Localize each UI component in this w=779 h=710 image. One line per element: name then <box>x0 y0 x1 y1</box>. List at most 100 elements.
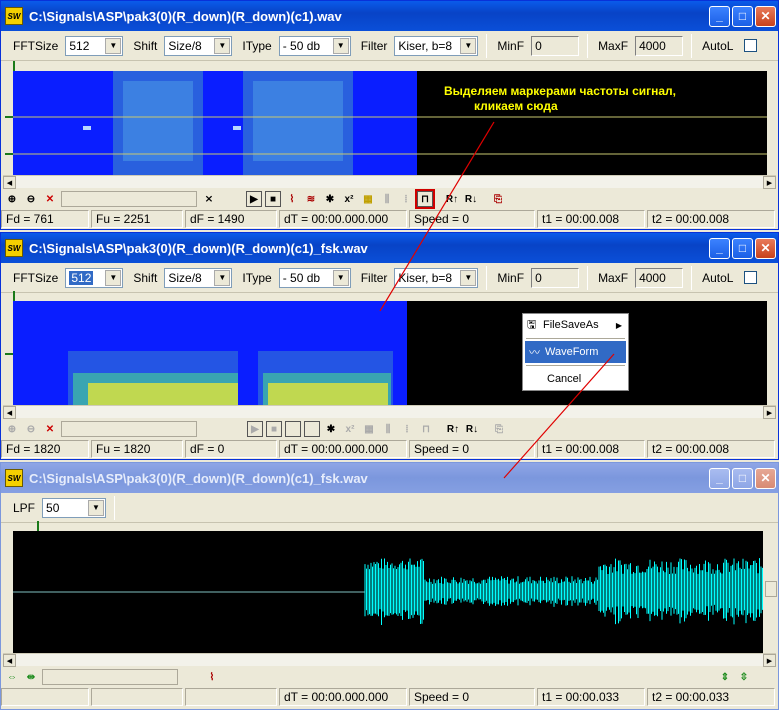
expand-vertical-icon[interactable]: ⇕ <box>717 669 733 685</box>
minf-field[interactable]: 0 <box>531 267 580 288</box>
minimize-button[interactable]: _ <box>709 467 730 489</box>
spectrum-icon[interactable]: ⌇ <box>204 669 220 685</box>
r-up-icon[interactable]: R↑ <box>444 191 460 207</box>
maxf-field[interactable]: 4000 <box>635 267 684 288</box>
scroll-left-icon[interactable]: ◀ <box>3 406 16 419</box>
close-button[interactable]: ✕ <box>755 467 776 489</box>
marker-icon[interactable]: ✱ <box>323 421 339 437</box>
maximize-button[interactable]: □ <box>732 467 753 489</box>
time-marker[interactable] <box>13 291 15 301</box>
vertical-scroll-thumb[interactable] <box>765 581 777 597</box>
expand-horizontal-icon[interactable]: ⇔ <box>4 669 20 685</box>
shrink-horizontal-icon[interactable]: ⇹ <box>23 669 39 685</box>
scroll-left-icon[interactable]: ◀ <box>3 176 16 189</box>
menu-divider <box>526 365 625 366</box>
filter-select[interactable]: Kiser, b=8 ▼ <box>394 267 479 288</box>
zoom-in-icon[interactable]: ⊕ <box>4 191 20 207</box>
r-down-icon[interactable]: R↓ <box>463 191 479 207</box>
comb-icon[interactable]: ⦙ <box>399 421 415 437</box>
zoom-in-icon[interactable]: ⊕ <box>4 421 20 437</box>
play-icon[interactable]: ▶ <box>247 421 263 437</box>
horizontal-scrollbar[interactable]: ◀ ▶ <box>3 653 776 667</box>
export-icon[interactable]: ⎘ <box>490 191 506 207</box>
title-bar[interactable]: SW C:\Signals\ASP\pak3(0)(R_down)(R_down… <box>1 233 778 263</box>
zoom-out-icon[interactable]: ⊖ <box>23 191 39 207</box>
r-down-icon[interactable]: R↓ <box>464 421 480 437</box>
horizontal-scrollbar[interactable]: ◀ ▶ <box>3 405 776 419</box>
scroll-right-icon[interactable]: ▶ <box>763 654 776 667</box>
close-button[interactable]: ✕ <box>755 237 776 259</box>
spectrum-avg-icon[interactable]: ≋ <box>303 191 319 207</box>
stop-icon[interactable]: ■ <box>265 191 281 207</box>
fftsize-label: FFTSize <box>13 270 59 285</box>
itype-select[interactable]: - 50 db ▼ <box>278 35 351 56</box>
waveform-filter-icon[interactable]: ⊓ <box>415 189 435 209</box>
fftsize-select[interactable]: 512 ▼ <box>65 35 124 56</box>
time-marker[interactable] <box>13 61 15 71</box>
waveform-plot[interactable] <box>13 531 763 653</box>
status-fu: Fu = 2251 <box>91 210 183 228</box>
spectrum-icon[interactable]: ⌇ <box>284 191 300 207</box>
menu-item-waveform[interactable]: 〰 WaveForm <box>525 341 626 363</box>
marker-icon[interactable]: ✱ <box>322 191 338 207</box>
bars-icon[interactable]: ⫼ <box>379 191 395 207</box>
minf-field[interactable]: 0 <box>531 35 580 56</box>
spectrogram-plot[interactable] <box>13 301 767 405</box>
status-fd: Fd = 761 <box>1 210 89 228</box>
scroll-left-icon[interactable]: ◀ <box>3 654 16 667</box>
status-speed: Speed = 0 <box>409 210 535 228</box>
scroll-right-icon[interactable]: ▶ <box>763 406 776 419</box>
power-icon[interactable]: x² <box>342 421 358 437</box>
menu-item-file-save-as[interactable]: 🖫 FileSaveAs ▶ <box>523 314 628 336</box>
zoom-slider[interactable] <box>61 421 197 437</box>
zoom-out-icon[interactable]: ⊖ <box>23 421 39 437</box>
filter-select[interactable]: Kiser, b=8 ▼ <box>394 35 479 56</box>
clear-icon[interactable]: ⨯ <box>201 191 217 207</box>
comb-icon[interactable]: ⦙ <box>398 191 414 207</box>
status-speed: Speed = 0 <box>409 688 535 706</box>
window-title: C:\Signals\ASP\pak3(0)(R_down)(R_down)(c… <box>29 470 368 486</box>
power-icon[interactable]: x² <box>341 191 357 207</box>
itype-select[interactable]: - 50 db ▼ <box>278 267 351 288</box>
reset-zoom-icon[interactable]: ✕ <box>42 421 58 437</box>
scroll-right-icon[interactable]: ▶ <box>763 176 776 189</box>
shift-select[interactable]: Size/8 ▼ <box>164 267 233 288</box>
window-title: C:\Signals\ASP\pak3(0)(R_down)(R_down)(c… <box>29 8 342 24</box>
autol-checkbox[interactable] <box>744 271 758 284</box>
shrink-vertical-icon[interactable]: ⇳ <box>736 669 752 685</box>
shift-select[interactable]: Size/8 ▼ <box>164 35 233 56</box>
play-icon[interactable]: ▶ <box>246 191 262 207</box>
menu-item-cancel[interactable]: Cancel <box>523 368 628 390</box>
horizontal-scrollbar[interactable]: ◀ ▶ <box>3 175 776 189</box>
maximize-button[interactable]: □ <box>732 5 753 27</box>
title-bar[interactable]: SW C:\Signals\ASP\pak3(0)(R_down)(R_down… <box>1 463 778 493</box>
lpf-select[interactable]: 50 ▼ <box>42 497 107 518</box>
chevron-down-icon: ▼ <box>332 37 349 54</box>
stop-icon[interactable]: ■ <box>266 421 282 437</box>
freq-marker-lower[interactable] <box>5 153 13 155</box>
minimize-button[interactable]: _ <box>709 237 730 259</box>
export-icon[interactable]: ⎘ <box>491 421 507 437</box>
title-bar[interactable]: SW C:\Signals\ASP\pak3(0)(R_down)(R_down… <box>1 1 778 31</box>
palette-icon[interactable]: ▦ <box>360 191 376 207</box>
minimize-button[interactable]: _ <box>709 5 730 27</box>
palette-icon[interactable]: ▦ <box>361 421 377 437</box>
freq-marker-upper[interactable] <box>5 116 13 118</box>
spectrum-icon[interactable] <box>285 421 301 437</box>
time-marker[interactable] <box>37 521 39 531</box>
minf-label: MinF <box>497 270 525 285</box>
r-up-icon[interactable]: R↑ <box>445 421 461 437</box>
minf-label: MinF <box>497 38 525 53</box>
waveform-filter-icon[interactable]: ⊓ <box>418 421 434 437</box>
zoom-slider[interactable] <box>61 191 197 207</box>
close-button[interactable]: ✕ <box>755 5 776 27</box>
autol-checkbox[interactable] <box>744 39 758 52</box>
bars-icon[interactable]: ⫼ <box>380 421 396 437</box>
maxf-field[interactable]: 4000 <box>635 35 684 56</box>
fftsize-select[interactable]: 512 ▼ <box>65 267 124 288</box>
spectrum-avg-icon[interactable] <box>304 421 320 437</box>
reset-zoom-icon[interactable]: ✕ <box>42 191 58 207</box>
zoom-slider[interactable] <box>42 669 178 685</box>
maximize-button[interactable]: □ <box>732 237 753 259</box>
freq-marker[interactable] <box>5 353 13 355</box>
